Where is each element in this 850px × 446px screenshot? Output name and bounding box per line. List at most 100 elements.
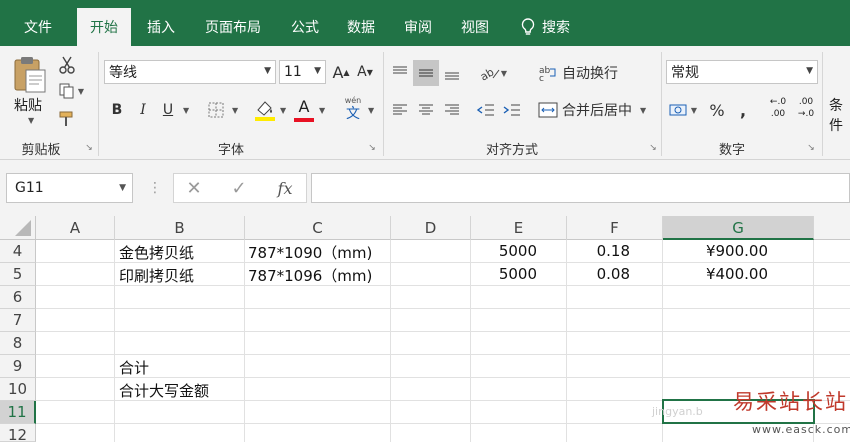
underline-dropdown-icon[interactable]: ▼: [183, 106, 189, 115]
cut-icon[interactable]: [56, 54, 78, 76]
borders-icon[interactable]: [204, 98, 228, 122]
column-header-a[interactable]: A: [36, 216, 115, 240]
cell-b4[interactable]: 金色拷贝纸: [119, 242, 194, 263]
cell-e4[interactable]: 5000: [471, 242, 537, 260]
cell-c5[interactable]: 787*1096（mm): [248, 265, 372, 286]
orientation-icon[interactable]: ab ▼: [474, 60, 512, 86]
paste-icon[interactable]: [12, 54, 48, 94]
phonetic-bottom: 文: [346, 106, 360, 122]
column-header-d[interactable]: D: [391, 216, 471, 240]
row-header-10[interactable]: 10: [0, 378, 36, 401]
cell-b10[interactable]: 合计大写金额: [119, 380, 209, 401]
tab-formulas[interactable]: 公式: [282, 8, 328, 46]
drag-handle-icon[interactable]: ⋮: [148, 180, 162, 196]
decrease-indent-icon[interactable]: [474, 97, 498, 123]
row-header-6[interactable]: 6: [0, 286, 36, 309]
format-painter-icon[interactable]: [56, 108, 80, 130]
underline-button[interactable]: U: [157, 98, 179, 122]
watermark-url: www.easck.com: [752, 423, 850, 436]
increase-indent-icon[interactable]: [500, 97, 524, 123]
alignment-launcher-icon[interactable]: ↘: [648, 143, 658, 153]
clipboard-launcher-icon[interactable]: ↘: [84, 143, 94, 153]
conditional-format-button[interactable]: 条件: [829, 95, 850, 135]
bold-button[interactable]: B: [106, 98, 128, 122]
font-size-value: 11: [284, 64, 302, 80]
italic-button[interactable]: I: [132, 98, 154, 122]
font-color-icon[interactable]: A: [293, 97, 315, 123]
cell-g5[interactable]: ¥400.00: [663, 265, 768, 283]
cell-f4[interactable]: 0.18: [567, 242, 630, 260]
row-header-4[interactable]: 4: [0, 240, 36, 263]
shrink-font-button[interactable]: A ▼: [355, 60, 375, 84]
tab-file[interactable]: 文件: [16, 8, 60, 46]
cell-e5[interactable]: 5000: [471, 265, 537, 283]
tab-insert[interactable]: 插入: [138, 8, 184, 46]
column-header-f[interactable]: F: [567, 216, 663, 240]
tab-data[interactable]: 数据: [338, 8, 384, 46]
column-header-c[interactable]: C: [245, 216, 391, 240]
tab-review[interactable]: 审阅: [395, 8, 441, 46]
align-right-icon[interactable]: [440, 97, 464, 123]
font-launcher-icon[interactable]: ↘: [367, 143, 377, 153]
font-name-value: 等线: [109, 65, 137, 81]
gridline: [36, 354, 850, 355]
accounting-format-icon[interactable]: ▼: [666, 97, 700, 123]
merge-center-label: 合并后居中: [562, 103, 632, 119]
wrap-text-button[interactable]: ab c 自动换行: [538, 60, 628, 86]
cancel-icon[interactable]: ✕: [182, 176, 206, 200]
increase-decimal-button[interactable]: ←.0.00: [766, 96, 790, 124]
align-middle-icon[interactable]: [413, 60, 439, 86]
row-header-12[interactable]: 12: [0, 424, 36, 444]
merge-center-icon: [538, 102, 558, 118]
align-bottom-icon[interactable]: [440, 60, 464, 86]
cell-b5[interactable]: 印刷拷贝纸: [119, 265, 194, 286]
number-launcher-icon[interactable]: ↘: [806, 143, 816, 153]
row-header-9[interactable]: 9: [0, 355, 36, 378]
percent-style-button[interactable]: %: [706, 97, 728, 123]
grow-font-button[interactable]: A ▲: [331, 60, 351, 84]
name-box[interactable]: G11 ▼: [6, 173, 133, 203]
select-all-corner[interactable]: [0, 216, 36, 240]
decrease-decimal-button[interactable]: .00 →.0: [794, 96, 818, 124]
insert-function-button[interactable]: fx: [272, 176, 298, 200]
column-header-g[interactable]: G: [663, 216, 814, 240]
number-format-select[interactable]: 常规 ▼: [666, 60, 818, 84]
align-left-icon[interactable]: [388, 97, 412, 123]
align-center-icon[interactable]: [413, 97, 439, 123]
fill-color-icon[interactable]: [254, 98, 276, 122]
cell-f5[interactable]: 0.08: [567, 265, 630, 283]
font-color-dropdown-icon[interactable]: ▼: [319, 106, 325, 115]
phonetic-guide-icon[interactable]: wén 文: [340, 96, 366, 124]
search-label: 搜索: [542, 20, 570, 36]
row-header-7[interactable]: 7: [0, 309, 36, 332]
cell-g4[interactable]: ¥900.00: [663, 242, 768, 260]
cell-c4[interactable]: 787*1090（mm): [248, 242, 372, 263]
font-group-label: 字体: [217, 143, 244, 158]
row-header-8[interactable]: 8: [0, 332, 36, 355]
tab-home[interactable]: 开始: [77, 8, 131, 46]
column-header-h[interactable]: [814, 216, 850, 240]
enter-icon[interactable]: ✓: [227, 176, 251, 200]
column-header-b[interactable]: B: [115, 216, 245, 240]
paste-button[interactable]: 粘贴: [14, 95, 42, 115]
comma-style-button[interactable]: ,: [732, 97, 754, 123]
tab-view[interactable]: 视图: [452, 8, 498, 46]
chevron-down-icon[interactable]: ▼: [119, 174, 126, 202]
formula-input[interactable]: [311, 173, 850, 203]
font-size-select[interactable]: 11 ▼: [279, 60, 326, 84]
phonetic-dropdown-icon[interactable]: ▼: [368, 106, 374, 115]
fill-color-dropdown-icon[interactable]: ▼: [280, 106, 286, 115]
copy-icon[interactable]: ▼: [56, 80, 86, 102]
tab-search[interactable]: 搜索: [512, 8, 578, 46]
row-header-5[interactable]: 5: [0, 263, 36, 286]
align-top-icon[interactable]: [388, 60, 412, 86]
column-header-e[interactable]: E: [471, 216, 567, 240]
font-name-select[interactable]: 等线 ▼: [104, 60, 276, 84]
tab-page-layout[interactable]: 页面布局: [195, 8, 271, 46]
gridline: [114, 240, 115, 442]
merge-center-button[interactable]: 合并后居中 ▼: [538, 97, 656, 123]
paste-dropdown-icon[interactable]: ▼: [28, 116, 34, 125]
row-header-11[interactable]: 11: [0, 401, 36, 424]
cell-b9[interactable]: 合计: [119, 357, 149, 378]
borders-dropdown-icon[interactable]: ▼: [232, 106, 238, 115]
